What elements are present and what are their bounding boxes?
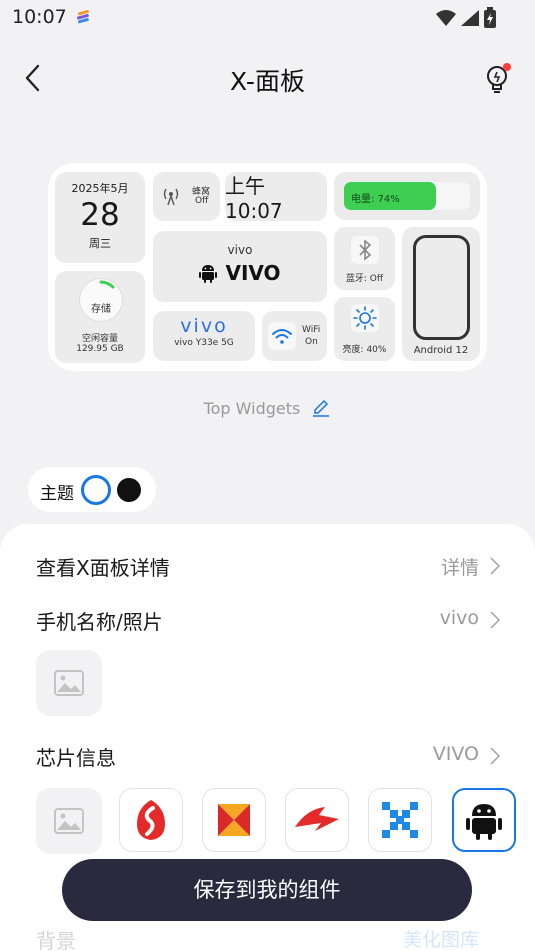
brightness-tile: 亮度: 40% bbox=[334, 297, 395, 361]
battery-charging-icon bbox=[484, 7, 496, 28]
cell-signal-icon bbox=[461, 10, 479, 26]
page-title: X-面板 bbox=[230, 67, 305, 96]
storage-capacity-label: 空闲容量 bbox=[81, 334, 118, 344]
theme-label: 主题 bbox=[40, 484, 74, 504]
chip-option-android[interactable] bbox=[452, 788, 516, 852]
bluetooth-tile: 蓝牙: Off bbox=[334, 227, 395, 290]
device-tile: vivo VIVO bbox=[153, 231, 327, 302]
app-notification-icon bbox=[76, 10, 89, 24]
model-name: vivo Y33e 5G bbox=[174, 338, 234, 348]
brightness-icon bbox=[351, 304, 379, 332]
exynos-icon bbox=[382, 802, 418, 838]
wifi-label: WiFi bbox=[302, 325, 321, 335]
details-label: 查看X面板详情 bbox=[36, 556, 170, 580]
wifi-status: On bbox=[305, 337, 318, 347]
chevron-right-icon bbox=[490, 557, 501, 575]
phone-outline-icon bbox=[413, 235, 470, 340]
top-bar: X-面板 bbox=[0, 52, 535, 104]
battery-bar: 电量: 74% bbox=[344, 182, 470, 210]
chip-option-placeholder[interactable] bbox=[36, 788, 102, 854]
snapdragon-icon bbox=[137, 800, 165, 840]
cellular-status: Off bbox=[195, 196, 209, 206]
background-row[interactable]: 背景 美化图库 bbox=[36, 925, 501, 951]
device-brand: vivo bbox=[227, 243, 253, 257]
chip-option-snapdragon[interactable] bbox=[119, 788, 183, 852]
phone-name-label: 手机名称/照片 bbox=[36, 610, 163, 634]
device-name-row: VIVO bbox=[153, 261, 327, 285]
theme-selector: 主题 bbox=[28, 467, 156, 512]
model-tile: vivo vivo Y33e 5G bbox=[153, 311, 255, 361]
phone-os-label: Android 12 bbox=[413, 345, 469, 356]
theme-option-black[interactable] bbox=[117, 478, 141, 502]
top-widgets-row[interactable]: Top Widgets bbox=[0, 397, 535, 418]
bluetooth-icon bbox=[351, 236, 379, 264]
status-bar: 10:07 bbox=[0, 0, 535, 36]
cell-tower-icon bbox=[163, 188, 179, 206]
image-placeholder-icon bbox=[54, 808, 84, 834]
status-icons bbox=[435, 7, 497, 29]
chevron-right-icon bbox=[490, 611, 501, 629]
battery-label: 电量: 74% bbox=[351, 194, 400, 205]
image-placeholder-icon bbox=[54, 670, 84, 696]
lightbulb-icon[interactable] bbox=[485, 62, 513, 96]
theme-option-white[interactable] bbox=[81, 475, 111, 505]
date-weekday: 周三 bbox=[89, 237, 111, 250]
vivo-logo: vivo bbox=[180, 315, 228, 337]
chip-info-value: VIVO bbox=[432, 743, 479, 765]
phone-tile: Android 12 bbox=[402, 227, 480, 361]
chip-option-exynos[interactable] bbox=[368, 788, 432, 852]
phone-name-value: vivo bbox=[439, 607, 479, 629]
chip-option-helio[interactable] bbox=[202, 788, 266, 852]
background-value: 美化图库 bbox=[402, 929, 479, 951]
chip-info-label: 芯片信息 bbox=[36, 746, 116, 770]
wifi-icon bbox=[436, 10, 456, 26]
chevron-right-icon bbox=[490, 747, 501, 765]
storage-tile: 存储 空闲容量 129.95 GB bbox=[55, 271, 145, 363]
brightness-label: 亮度: 40% bbox=[342, 345, 387, 355]
phone-name-row[interactable]: 手机名称/照片 vivo bbox=[36, 604, 501, 636]
bluetooth-label: 蓝牙: Off bbox=[345, 274, 384, 284]
storage-title: 存储 bbox=[91, 304, 111, 315]
top-widgets-label: Top Widgets bbox=[203, 399, 301, 418]
save-to-widgets-button[interactable]: 保存到我的组件 bbox=[62, 859, 472, 921]
edit-icon[interactable] bbox=[311, 397, 331, 417]
storage-capacity-value: 129.95 GB bbox=[76, 344, 124, 354]
status-time: 10:07 bbox=[12, 6, 67, 28]
cellular-tile: 蜂窝 Off bbox=[153, 172, 220, 221]
wifi-tile: WiFi On bbox=[262, 311, 327, 361]
date-day: 28 bbox=[80, 197, 120, 233]
kirin-icon bbox=[295, 807, 339, 831]
battery-tile: 电量: 74% bbox=[334, 172, 480, 220]
details-row[interactable]: 查看X面板详情 详情 bbox=[36, 550, 501, 582]
phone-photo-thumbnail[interactable] bbox=[36, 650, 102, 716]
chip-info-row[interactable]: 芯片信息 VIVO bbox=[36, 740, 501, 772]
android-icon bbox=[466, 804, 502, 840]
background-label: 背景 bbox=[36, 929, 76, 951]
time-tile: 上午 10:07 bbox=[225, 172, 327, 223]
storage-ring: 存储 bbox=[80, 279, 122, 321]
date-tile: 2025年5月 28 周三 bbox=[55, 172, 145, 263]
chip-option-kirin[interactable] bbox=[285, 788, 349, 852]
wifi-icon bbox=[268, 322, 296, 350]
details-value: 详情 bbox=[440, 557, 479, 579]
widget-preview-card[interactable]: 2025年5月 28 周三 蜂窝 Off 上午 10:07 电量: 74% 存储… bbox=[48, 163, 487, 371]
android-icon bbox=[199, 265, 218, 283]
device-name: VIVO bbox=[225, 261, 281, 285]
date-year-month: 2025年5月 bbox=[71, 182, 129, 195]
helio-icon bbox=[218, 804, 250, 836]
